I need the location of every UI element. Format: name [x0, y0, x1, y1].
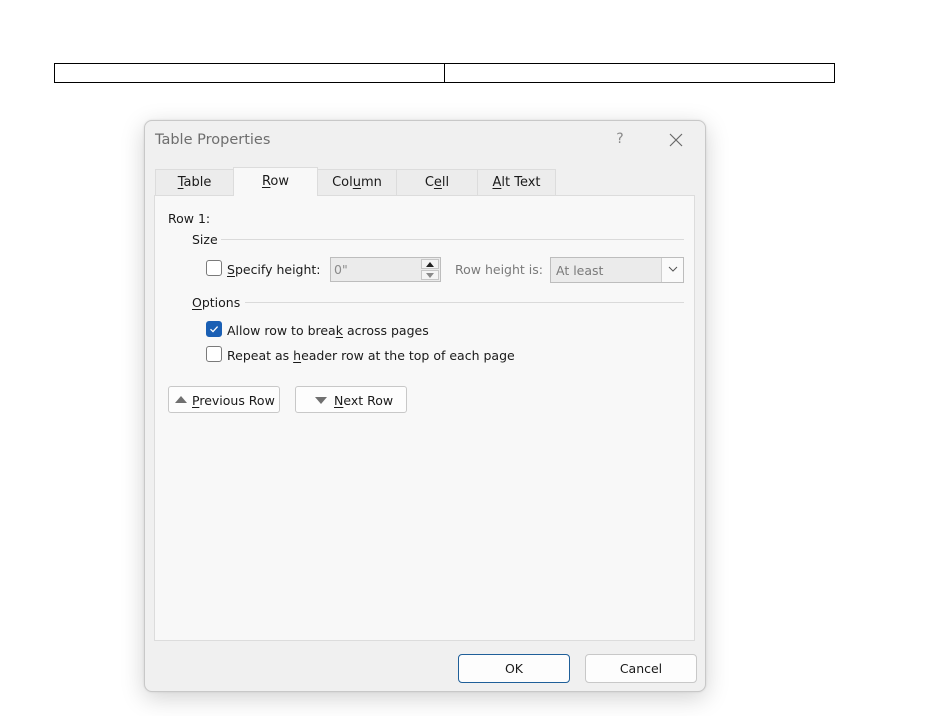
- triangle-up-icon: [175, 396, 187, 403]
- specify-height-checkbox[interactable]: [206, 260, 222, 276]
- specify-height-label[interactable]: Specify height:: [227, 262, 321, 277]
- close-icon: [669, 133, 683, 147]
- document-table: [54, 63, 835, 83]
- tab-alt-text[interactable]: Alt Text: [477, 169, 556, 196]
- triangle-down-icon: [315, 397, 327, 404]
- tab-row[interactable]: Row: [233, 167, 318, 196]
- cancel-button[interactable]: Cancel: [585, 654, 697, 683]
- dropdown-button[interactable]: [661, 258, 683, 282]
- tab-column[interactable]: Column: [317, 169, 397, 196]
- tab-table[interactable]: Table: [155, 169, 234, 196]
- document-table-cell[interactable]: [55, 64, 444, 82]
- height-input[interactable]: 0": [334, 262, 348, 277]
- previous-row-button[interactable]: Previous Row: [168, 386, 280, 413]
- table-properties-dialog: Table Properties ? Table Row Column Cell…: [144, 120, 706, 692]
- height-spinner[interactable]: 0": [330, 257, 441, 282]
- spin-down-button[interactable]: [421, 270, 439, 280]
- ok-button[interactable]: OK: [458, 654, 570, 683]
- document-table-cell[interactable]: [444, 64, 834, 82]
- row-height-is-select[interactable]: At least: [550, 257, 684, 283]
- chevron-down-icon: [668, 266, 678, 272]
- next-row-button[interactable]: Next Row: [295, 386, 407, 413]
- row-height-is-value: At least: [556, 263, 604, 278]
- close-button[interactable]: [665, 129, 687, 151]
- down-arrow-icon: [426, 273, 434, 278]
- help-button[interactable]: ?: [611, 129, 629, 149]
- allow-break-label[interactable]: Allow row to break across pages: [227, 323, 429, 338]
- checkmark-icon: [210, 326, 219, 333]
- allow-break-checkbox[interactable]: [206, 321, 222, 337]
- repeat-header-checkbox[interactable]: [206, 346, 222, 362]
- up-arrow-icon: [426, 262, 434, 267]
- size-group-label: Size: [192, 232, 218, 247]
- spinner-buttons: [421, 259, 439, 280]
- dialog-title: Table Properties: [155, 132, 271, 148]
- next-row-label: Next Row: [334, 393, 394, 408]
- options-group-label: Options: [192, 295, 241, 310]
- row-tab-panel: Row 1: Size Specify height: 0" Row heigh…: [154, 195, 695, 641]
- tab-cell[interactable]: Cell: [396, 169, 478, 196]
- repeat-header-label[interactable]: Repeat as header row at the top of each …: [227, 348, 515, 363]
- options-group-divider: [245, 302, 684, 303]
- row-number-label: Row 1:: [168, 211, 211, 226]
- previous-row-label: Previous Row: [192, 393, 275, 408]
- spin-up-button[interactable]: [421, 259, 439, 269]
- size-group-divider: [221, 239, 684, 240]
- tab-bar: Table Row Column Cell Alt Text: [155, 167, 556, 196]
- row-height-is-label: Row height is:: [455, 262, 543, 277]
